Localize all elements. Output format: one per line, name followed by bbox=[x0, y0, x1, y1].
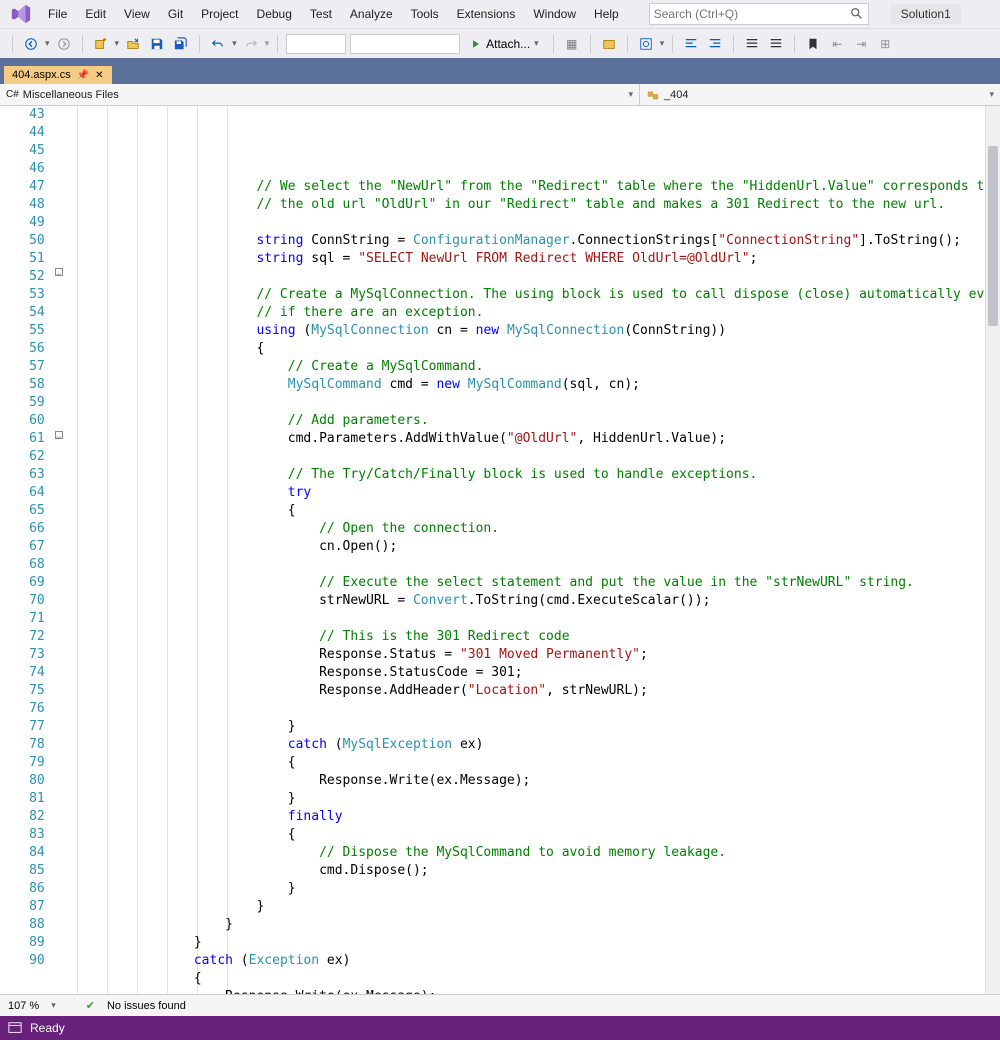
menu-window[interactable]: Window bbox=[525, 3, 584, 25]
solution-name[interactable]: Solution1 bbox=[891, 4, 961, 24]
code-editor[interactable]: 4344454647484950515253545556575859606162… bbox=[0, 106, 1000, 994]
nav-forward-button[interactable] bbox=[54, 34, 74, 54]
platform-combo[interactable] bbox=[350, 34, 460, 54]
pin-icon[interactable]: 📌 bbox=[77, 70, 89, 81]
tb-icon-2[interactable] bbox=[599, 34, 619, 54]
menu-project[interactable]: Project bbox=[193, 3, 246, 25]
save-all-button[interactable] bbox=[171, 34, 191, 54]
menu-help[interactable]: Help bbox=[586, 3, 627, 25]
status-bar: Ready bbox=[0, 1016, 1000, 1040]
menu-test[interactable]: Test bbox=[302, 3, 340, 25]
menu-file[interactable]: File bbox=[40, 3, 75, 25]
fold-toggle[interactable] bbox=[51, 431, 69, 450]
menu-bar: FileEditViewGitProjectDebugTestAnalyzeTo… bbox=[0, 0, 1000, 28]
redo-button[interactable] bbox=[241, 34, 261, 54]
menu-extensions[interactable]: Extensions bbox=[449, 3, 524, 25]
document-tab-well: 404.aspx.cs 📌 ✕ bbox=[0, 58, 1000, 84]
attach-button[interactable]: Attach... ▾ bbox=[464, 35, 545, 53]
fold-toggle[interactable] bbox=[51, 268, 69, 287]
member-combo[interactable]: _404 ▾ bbox=[640, 84, 1000, 105]
tb-icon-1[interactable]: ▦ bbox=[562, 34, 582, 54]
config-combo[interactable] bbox=[286, 34, 346, 54]
bookmark-icon[interactable] bbox=[803, 34, 823, 54]
code-nav-bar: C# Miscellaneous Files ▾ _404 ▾ bbox=[0, 84, 1000, 106]
toolbar: ▾ ▾ ▾ ▾ Attach... ▾ ▦ ▾ ⇤ ⇥ ⊞ bbox=[0, 28, 1000, 58]
undo-button[interactable] bbox=[208, 34, 228, 54]
issues-text[interactable]: No issues found bbox=[107, 1000, 186, 1012]
menu-view[interactable]: View bbox=[116, 3, 158, 25]
search-input[interactable] bbox=[654, 7, 850, 21]
vs-logo-icon bbox=[10, 3, 32, 25]
open-button[interactable] bbox=[123, 34, 143, 54]
ok-icon: ✔ bbox=[86, 999, 95, 1012]
code-text[interactable]: // We select the "NewUrl" from the "Redi… bbox=[69, 106, 1000, 994]
line-number-gutter: 4344454647484950515253545556575859606162… bbox=[0, 106, 51, 994]
menu-edit[interactable]: Edit bbox=[77, 3, 114, 25]
tb-icon-indent2[interactable] bbox=[705, 34, 725, 54]
status-ready: Ready bbox=[30, 1021, 65, 1035]
vertical-scrollbar[interactable] bbox=[985, 106, 1000, 994]
zoom-level[interactable]: 107 % bbox=[8, 1000, 39, 1012]
class-icon bbox=[646, 88, 660, 102]
menu-analyze[interactable]: Analyze bbox=[342, 3, 401, 25]
nav-back-button[interactable] bbox=[21, 34, 41, 54]
tb-icon-b[interactable]: ⇥ bbox=[851, 34, 871, 54]
search-box[interactable] bbox=[649, 3, 869, 25]
tb-icon-comment[interactable] bbox=[742, 34, 762, 54]
project-combo[interactable]: C# Miscellaneous Files ▾ bbox=[0, 84, 640, 105]
tb-icon-a[interactable]: ⇤ bbox=[827, 34, 847, 54]
tb-icon-c[interactable]: ⊞ bbox=[875, 34, 895, 54]
tb-icon-uncomment[interactable] bbox=[766, 34, 786, 54]
outline-column bbox=[51, 106, 69, 994]
tab-filename: 404.aspx.cs bbox=[12, 69, 71, 81]
menu-git[interactable]: Git bbox=[160, 3, 191, 25]
scroll-thumb[interactable] bbox=[988, 146, 998, 326]
search-icon bbox=[850, 7, 864, 21]
save-button[interactable] bbox=[147, 34, 167, 54]
editor-bottom-bar: 107 % ▾ ✔ No issues found bbox=[0, 994, 1000, 1016]
menu-debug[interactable]: Debug bbox=[249, 3, 300, 25]
tb-icon-indent1[interactable] bbox=[681, 34, 701, 54]
new-item-button[interactable] bbox=[91, 34, 111, 54]
tb-icon-3[interactable] bbox=[636, 34, 656, 54]
document-tab[interactable]: 404.aspx.cs 📌 ✕ bbox=[4, 66, 112, 84]
close-icon[interactable]: ✕ bbox=[95, 70, 103, 81]
window-icon bbox=[8, 1021, 22, 1035]
menu-tools[interactable]: Tools bbox=[403, 3, 447, 25]
